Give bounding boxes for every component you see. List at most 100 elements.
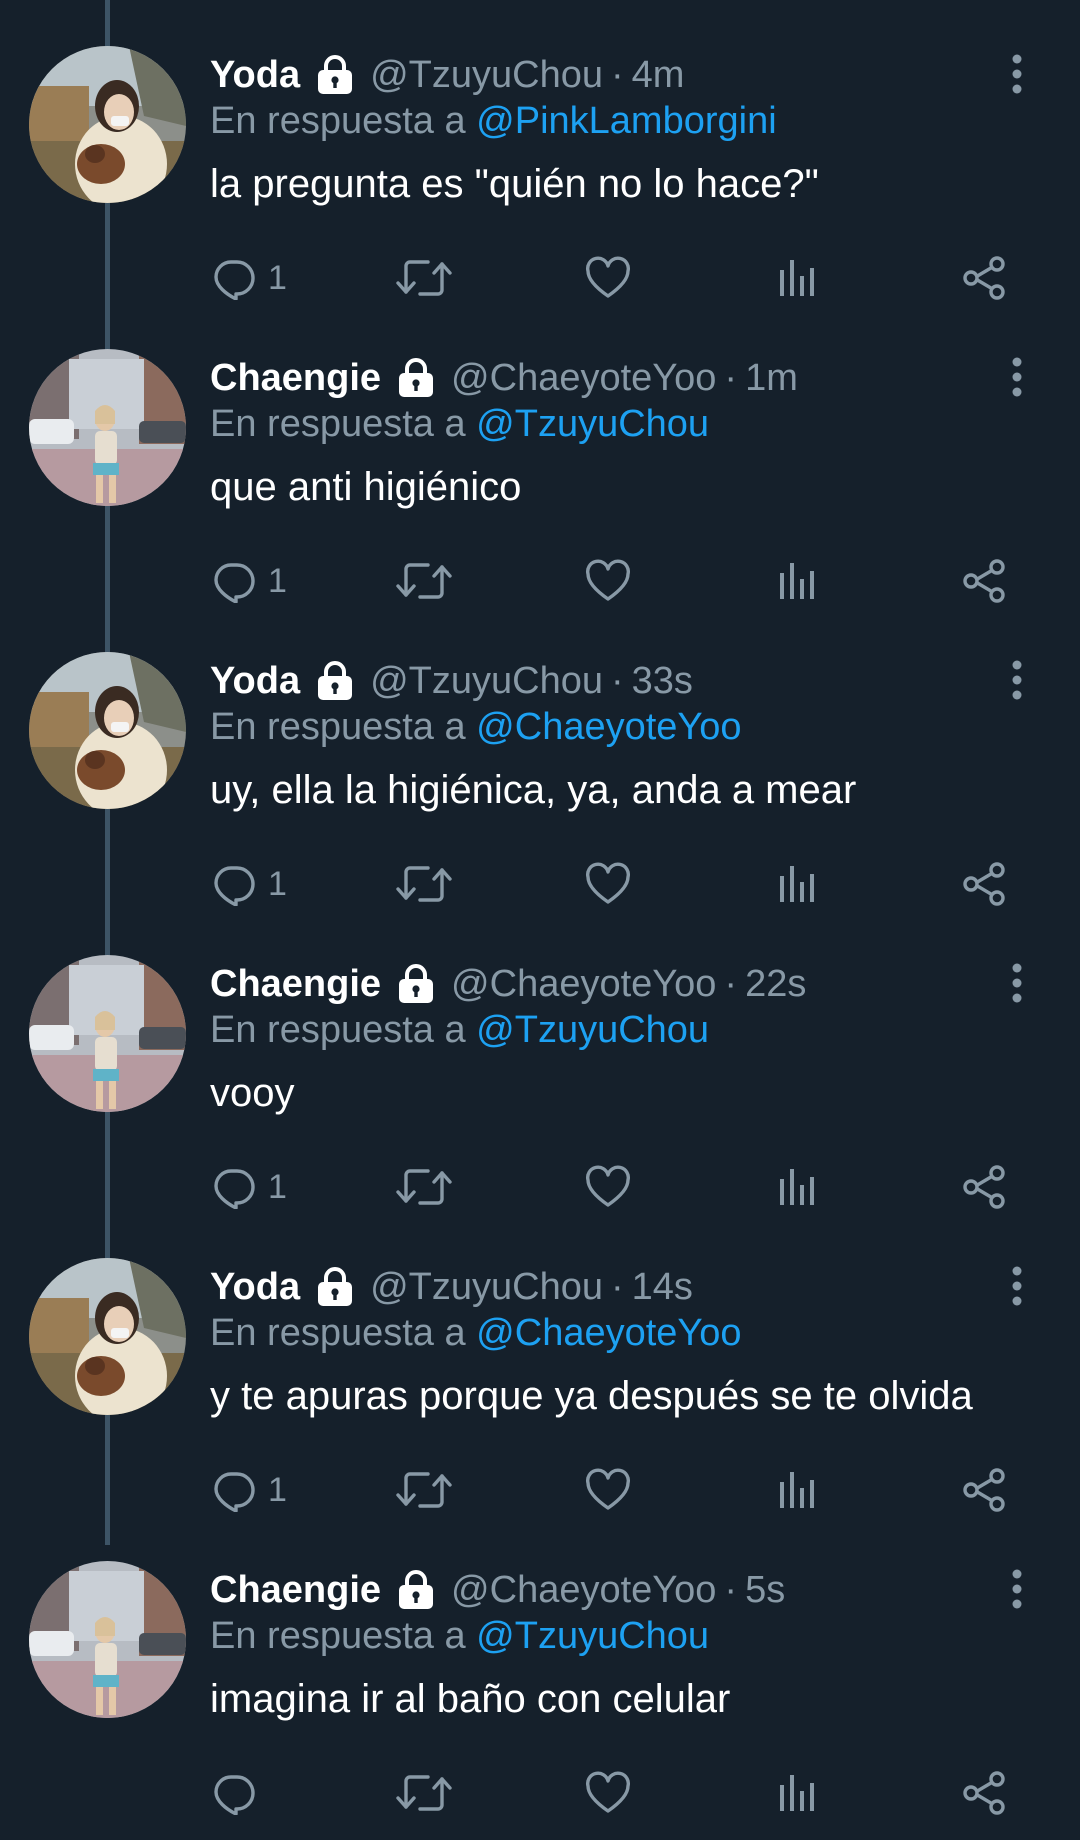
reply-to-link[interactable]: @TzuyuChou — [476, 1009, 709, 1051]
like-button[interactable] — [585, 250, 631, 306]
more-options-button[interactable] — [1005, 1264, 1029, 1308]
like-button[interactable] — [585, 1159, 631, 1215]
analytics-button[interactable] — [777, 856, 817, 912]
reply-context: En respuesta a @ChaeyoteYoo — [210, 1312, 742, 1355]
reply-to-link[interactable]: @TzuyuChou — [476, 1615, 709, 1657]
display-name[interactable]: Chaengie — [210, 357, 381, 400]
more-vertical-icon — [1012, 660, 1022, 700]
display-name[interactable]: Yoda — [210, 54, 300, 97]
retweet-button[interactable] — [396, 250, 452, 306]
reply-to-link[interactable]: @PinkLamborgini — [476, 100, 777, 142]
share-button[interactable] — [962, 1159, 1008, 1215]
tweet-actions — [210, 1765, 1010, 1821]
avatar-chaengie[interactable] — [29, 955, 186, 1112]
share-button[interactable] — [962, 856, 1008, 912]
more-options-button[interactable] — [1005, 961, 1029, 1005]
reply-context: En respuesta a @TzuyuChou — [210, 1615, 709, 1658]
retweet-button[interactable] — [396, 856, 452, 912]
retweet-button[interactable] — [396, 553, 452, 609]
analytics-button[interactable] — [777, 1765, 817, 1821]
reply-to-link[interactable]: @ChaeyoteYoo — [476, 1312, 741, 1354]
separator-dot: · — [724, 1568, 738, 1611]
lock-icon — [314, 660, 356, 702]
display-name[interactable]: Chaengie — [210, 963, 381, 1006]
tweet-actions: 1 — [210, 856, 1010, 912]
tweet[interactable]: Chaengie @ChaeyoteYoo · 22s En respuesta… — [0, 909, 1080, 1212]
tweet-text: la pregunta es "quién no lo hace?" — [210, 162, 819, 206]
reply-button[interactable]: 1 — [212, 553, 287, 609]
analytics-button[interactable] — [777, 1462, 817, 1518]
display-name[interactable]: Chaengie — [210, 1569, 381, 1612]
reply-button[interactable]: 1 — [212, 1159, 287, 1215]
more-options-button[interactable] — [1005, 355, 1029, 399]
timestamp[interactable]: 5s — [745, 1569, 785, 1612]
share-button[interactable] — [962, 1765, 1008, 1821]
more-options-button[interactable] — [1005, 52, 1029, 96]
retweet-button[interactable] — [396, 1159, 452, 1215]
avatar-chaengie[interactable] — [29, 1561, 186, 1718]
retweet-button[interactable] — [396, 1462, 452, 1518]
more-vertical-icon — [1012, 1569, 1022, 1609]
reply-button[interactable]: 1 — [212, 1462, 287, 1518]
heart-icon — [586, 256, 630, 298]
lock-icon — [314, 1266, 356, 1308]
tweet[interactable]: Yoda @TzuyuChou · 33s En respuesta a @Ch… — [0, 606, 1080, 909]
analytics-icon — [780, 260, 814, 296]
avatar-yoda[interactable] — [29, 1258, 186, 1415]
retweet-button[interactable] — [396, 1765, 452, 1821]
tweet-actions: 1 — [210, 1159, 1010, 1215]
timestamp[interactable]: 1m — [745, 357, 798, 400]
reply-icon — [214, 1472, 255, 1512]
display-name[interactable]: Yoda — [210, 1266, 300, 1309]
avatar-chaengie[interactable] — [29, 349, 186, 506]
timestamp[interactable]: 22s — [745, 963, 806, 1006]
avatar-yoda[interactable] — [29, 46, 186, 203]
separator-dot: · — [611, 1265, 624, 1308]
reply-button[interactable]: 1 — [212, 856, 287, 912]
more-options-button[interactable] — [1005, 658, 1029, 702]
like-button[interactable] — [585, 553, 631, 609]
share-icon — [963, 559, 1005, 603]
user-handle[interactable]: @ChaeyoteYoo — [451, 357, 716, 400]
more-options-button[interactable] — [1005, 1567, 1029, 1611]
reply-count: 1 — [268, 258, 287, 297]
reply-count: 1 — [268, 1470, 287, 1509]
share-button[interactable] — [962, 1462, 1008, 1518]
timestamp[interactable]: 4m — [632, 54, 685, 97]
share-button[interactable] — [962, 250, 1008, 306]
reply-context: En respuesta a @TzuyuChou — [210, 1009, 709, 1052]
reply-to-link[interactable]: @ChaeyoteYoo — [476, 706, 741, 748]
tweet-header: Yoda @TzuyuChou · 33s — [210, 656, 693, 706]
retweet-icon — [396, 866, 452, 902]
like-button[interactable] — [585, 856, 631, 912]
analytics-button[interactable] — [777, 1159, 817, 1215]
user-handle[interactable]: @ChaeyoteYoo — [451, 963, 716, 1006]
share-button[interactable] — [962, 553, 1008, 609]
timestamp[interactable]: 14s — [632, 1266, 693, 1309]
user-handle[interactable]: @ChaeyoteYoo — [451, 1569, 716, 1612]
like-button[interactable] — [585, 1765, 631, 1821]
user-handle[interactable]: @TzuyuChou — [370, 1266, 603, 1309]
reply-prefix: En respuesta a — [210, 100, 466, 142]
reply-button[interactable] — [212, 1765, 268, 1821]
tweet[interactable]: Chaengie @ChaeyoteYoo · 1m En respuesta … — [0, 303, 1080, 606]
retweet-icon — [396, 563, 452, 599]
reply-button[interactable]: 1 — [212, 250, 287, 306]
retweet-icon — [396, 260, 452, 296]
tweet[interactable]: Yoda @TzuyuChou · 4m En respuesta a @Pin… — [0, 0, 1080, 303]
analytics-button[interactable] — [777, 553, 817, 609]
heart-icon — [586, 1771, 630, 1813]
avatar-yoda[interactable] — [29, 652, 186, 809]
user-handle[interactable]: @TzuyuChou — [370, 660, 603, 703]
lock-icon — [314, 54, 356, 96]
reply-to-link[interactable]: @TzuyuChou — [476, 403, 709, 445]
tweet[interactable]: Yoda @TzuyuChou · 14s En respuesta a @Ch… — [0, 1212, 1080, 1515]
analytics-button[interactable] — [777, 250, 817, 306]
user-handle[interactable]: @TzuyuChou — [370, 54, 603, 97]
timestamp[interactable]: 33s — [632, 660, 693, 703]
display-name[interactable]: Yoda — [210, 660, 300, 703]
share-icon — [963, 1165, 1005, 1209]
like-button[interactable] — [585, 1462, 631, 1518]
more-vertical-icon — [1012, 357, 1022, 397]
tweet[interactable]: Chaengie @ChaeyoteYoo · 5s En respuesta … — [0, 1515, 1080, 1818]
